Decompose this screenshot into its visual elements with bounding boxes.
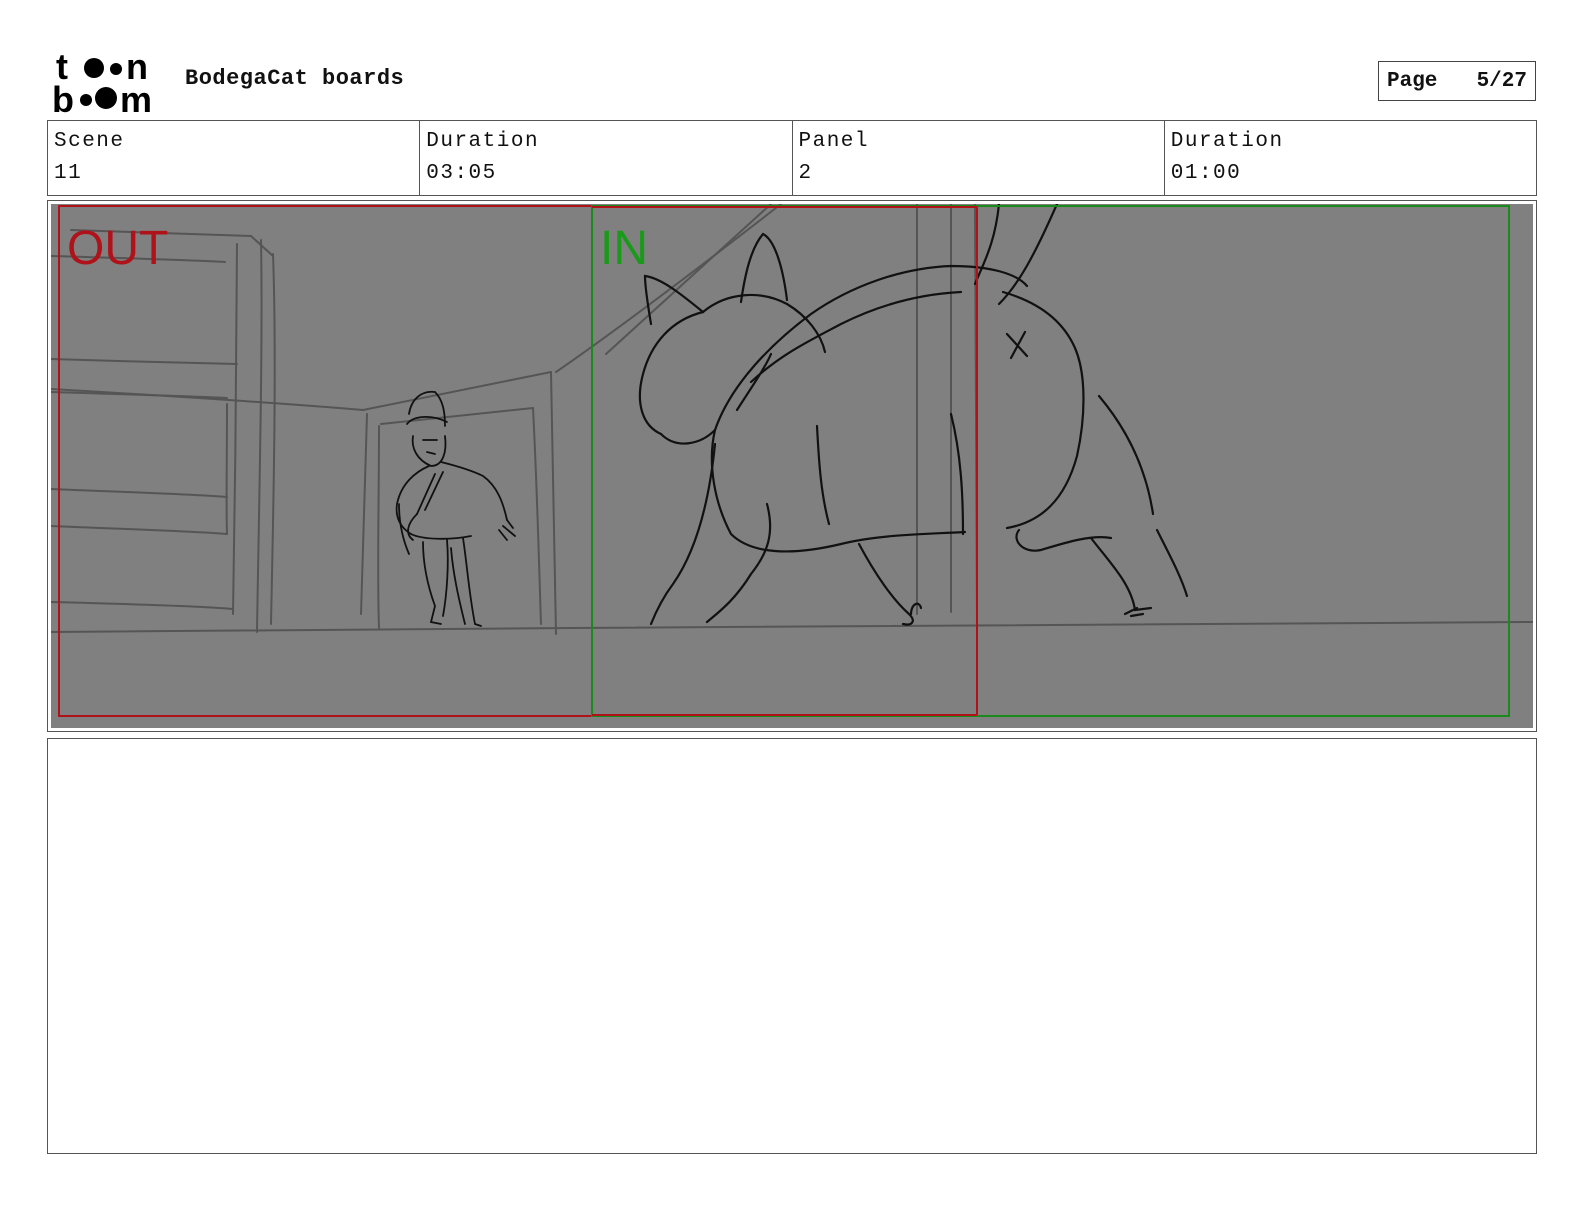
- svg-text:m: m: [120, 79, 152, 116]
- storyboard-panel-image: OUT IN: [51, 204, 1533, 728]
- panel-label: Panel: [798, 130, 870, 153]
- scene-duration-value: 03:05: [426, 162, 497, 185]
- scene-duration-label: Duration: [426, 130, 540, 153]
- page-number: 5/27: [1476, 69, 1527, 93]
- scene-cell: Scene 11: [48, 121, 421, 195]
- panel-notes-area[interactable]: [47, 738, 1537, 1154]
- scene-value: 11: [54, 162, 83, 185]
- panel-duration-cell: Duration 01:00: [1165, 121, 1536, 195]
- panel-value: 2: [798, 162, 813, 185]
- scene-info-table: Scene 11 Duration 03:05 Panel 2 Duration…: [47, 120, 1537, 196]
- scene-label: Scene: [54, 130, 125, 153]
- svg-text:b: b: [52, 79, 74, 116]
- scene-duration-cell: Duration 03:05: [420, 121, 793, 195]
- page-label: Page: [1387, 69, 1438, 93]
- toon-boom-logo: t n b m: [52, 48, 152, 116]
- out-label: OUT: [67, 222, 168, 275]
- page-indicator: Page 5/27: [1378, 61, 1536, 101]
- panel-cell: Panel 2: [793, 121, 1165, 195]
- project-title: BodegaCat boards: [185, 66, 405, 91]
- in-label: IN: [600, 222, 648, 275]
- panel-duration-label: Duration: [1170, 130, 1284, 153]
- panel-duration-value: 01:00: [1170, 162, 1242, 185]
